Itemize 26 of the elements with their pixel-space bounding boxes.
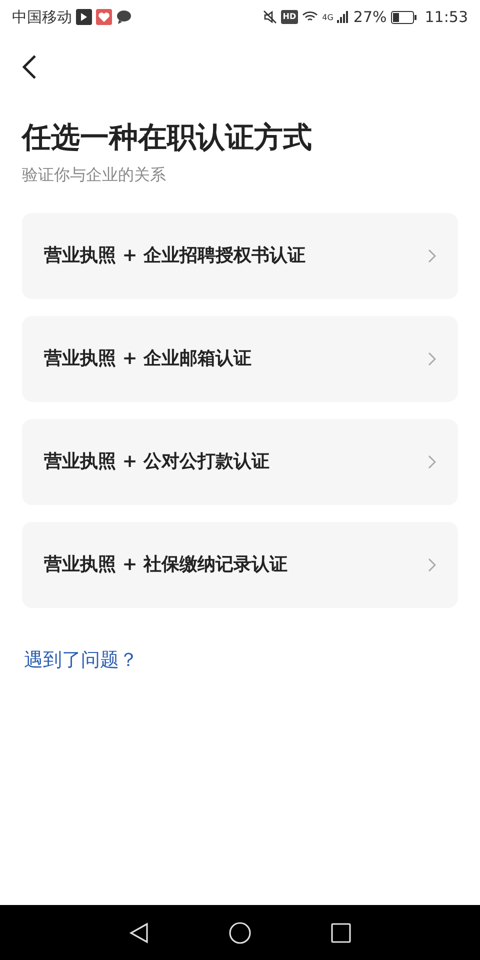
- verification-option[interactable]: 营业执照 + 公对公打款认证: [22, 418, 458, 505]
- chevron-icon: [428, 248, 436, 263]
- signal-icon: [337, 11, 350, 23]
- clock: 11:53: [424, 6, 468, 28]
- chevron-icon: [428, 454, 436, 469]
- battery-icon: [390, 10, 417, 24]
- carrier-name: 中国移动: [12, 6, 72, 28]
- chat-icon: [116, 10, 132, 24]
- wifi-icon: [302, 11, 318, 23]
- verification-option[interactable]: 营业执照 + 企业邮箱认证: [22, 316, 458, 402]
- verification-option[interactable]: 营业执照 + 企业招聘授权书认证: [22, 212, 458, 299]
- home-nav-icon[interactable]: [229, 922, 251, 944]
- page-subtitle: 验证你与企业的关系: [22, 164, 167, 186]
- hd-badge: HD: [280, 10, 298, 24]
- mute-icon: [262, 10, 277, 24]
- battery-percent: 27%: [353, 6, 387, 28]
- page-title: 任选一种在职认证方式: [22, 120, 313, 155]
- recents-nav-icon[interactable]: [331, 922, 351, 942]
- network-type: 4G: [322, 12, 334, 24]
- help-link[interactable]: 遇到了问题？: [24, 648, 138, 671]
- verification-option[interactable]: 营业执照 + 社保缴纳记录认证: [22, 522, 458, 608]
- back-nav-icon[interactable]: [129, 922, 149, 944]
- app-notification-icon: [96, 9, 112, 25]
- chevron-icon: [428, 558, 436, 572]
- chevron-icon: [428, 352, 436, 366]
- app-notification-icon: [76, 9, 92, 25]
